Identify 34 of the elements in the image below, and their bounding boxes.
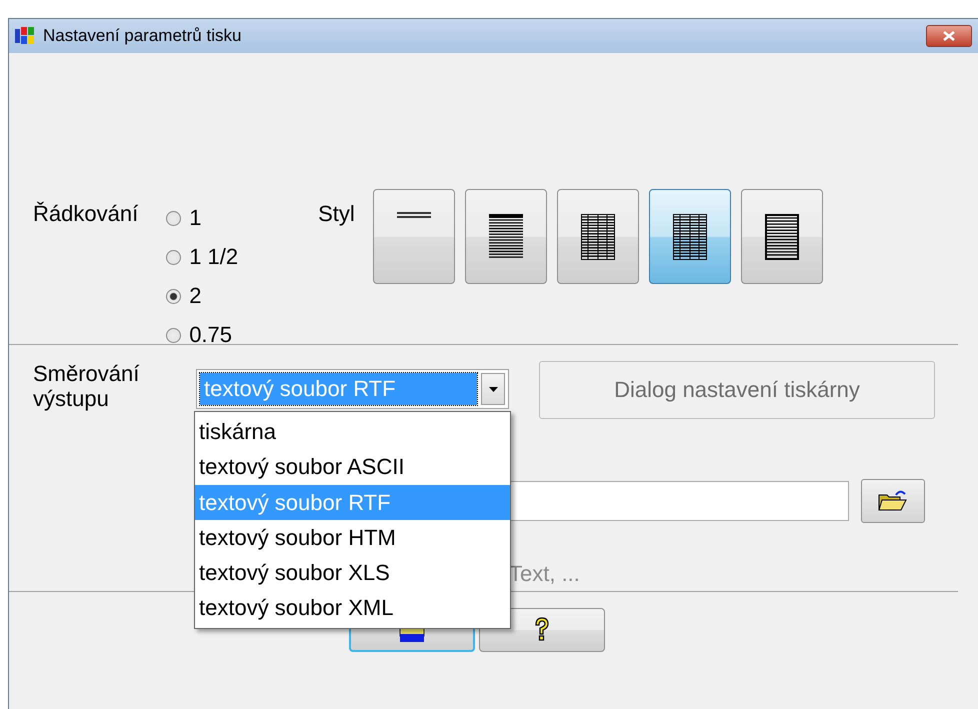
rows-icon xyxy=(488,214,523,260)
caret-icon xyxy=(488,386,498,392)
app-icon xyxy=(15,27,37,45)
dropdown-option[interactable]: tiskárna xyxy=(195,414,510,450)
close-button[interactable] xyxy=(926,25,972,47)
radio-label: 2 xyxy=(189,283,202,309)
radio-label: 0.75 xyxy=(189,322,232,348)
style-label: Styl xyxy=(318,201,355,228)
dropdown-option[interactable]: textový soubor XML xyxy=(195,590,510,626)
dropdown-option[interactable]: textový soubor XLS xyxy=(195,555,510,590)
dropdown-button[interactable] xyxy=(481,373,505,405)
radio-button[interactable] xyxy=(166,210,182,226)
grid-icon xyxy=(580,214,615,260)
radio-button[interactable] xyxy=(166,328,182,342)
style-button[interactable] xyxy=(740,189,823,284)
radio-button[interactable] xyxy=(166,250,182,264)
style-button[interactable] xyxy=(464,189,547,284)
question-mark-icon xyxy=(534,617,550,643)
radio-button[interactable] xyxy=(166,288,182,304)
close-icon xyxy=(943,31,955,41)
radio-label: 1 1/2 xyxy=(189,244,238,270)
dropdown-option[interactable]: textový soubor ASCII xyxy=(195,449,510,485)
style-button[interactable] xyxy=(648,189,731,284)
style-button[interactable] xyxy=(556,189,639,284)
grid-icon xyxy=(672,214,707,260)
single-line-icon xyxy=(396,212,431,218)
browse-button[interactable] xyxy=(861,479,925,523)
open-folder-icon xyxy=(878,489,908,513)
spacing-label: Řádkování xyxy=(33,201,138,228)
radio-label: 1 xyxy=(189,205,202,231)
dropdown-option[interactable]: textový soubor HTM xyxy=(195,520,510,556)
framed-rows-icon xyxy=(764,214,799,260)
output-label: Směrování výstupu xyxy=(33,361,140,412)
window-title: Nastavení parametrů tisku xyxy=(43,26,242,46)
